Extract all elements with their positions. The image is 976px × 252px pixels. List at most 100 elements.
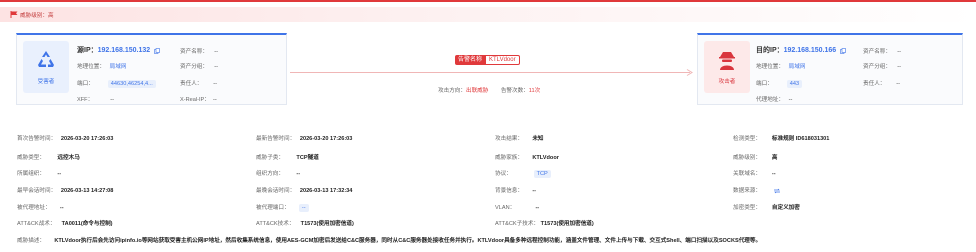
target-asset-group-row: 资产分组： --	[863, 62, 901, 70]
target-card: 攻击者 目的IP：192.168.150.166 地理位置： 局域网 端口： 4…	[697, 33, 963, 105]
target-asset-name-value: --	[897, 49, 901, 55]
proxied-port-tag[interactable]: --	[298, 204, 309, 212]
detail-key: VLAN：	[495, 205, 516, 211]
detail-value: T1573(使用加密信道)	[300, 221, 354, 227]
detail-key: 威胁家族：	[495, 155, 523, 161]
detail-key: 检测类型：	[733, 136, 761, 142]
related-domain: 关联域名： --	[733, 169, 776, 177]
detail-value: 2026-03-20 17:26:03	[299, 136, 353, 142]
attack-direction-label: 攻击方向：	[438, 88, 466, 94]
link-icon[interactable]	[773, 188, 781, 194]
detail-key: 最新告警时间：	[256, 136, 296, 142]
threat-level-banner: 威胁级别：高	[0, 7, 976, 22]
target-asset-group-value: --	[897, 64, 901, 70]
detail-key: 最晚会话时间：	[256, 188, 296, 194]
source-port-value[interactable]: 44630,46254,4...	[107, 80, 156, 88]
detail-value: --	[59, 205, 64, 211]
detail-value: 自定义加密	[771, 205, 800, 211]
latest-alarm-time: 最新告警时间： 2026-03-20 17:26:03	[256, 134, 352, 142]
protocol-tag[interactable]: TCP	[533, 170, 551, 178]
detail-value: 未知	[532, 136, 544, 142]
source-owner-row: 责任人： --	[180, 79, 217, 87]
threat-subtype: 威胁子类： TCP隧道	[256, 153, 319, 161]
source-card: 受害者 源IP：192.168.150.132 地理位置： 局域网 端口： 44…	[16, 33, 287, 105]
detail-value: 标准规则 ID618031301	[771, 136, 830, 142]
source-xrealip-label: X-Real-IP：	[180, 97, 210, 103]
target-owner-value: --	[896, 81, 901, 87]
source-geo-value[interactable]: 局域网	[110, 64, 127, 70]
attck-tactic: ATT&CK战术： TA0011(命令与控制)	[17, 219, 113, 227]
detail-value: --	[57, 171, 62, 177]
detail-key: 组织方向：	[256, 171, 284, 177]
detail-key: 被代理端口：	[256, 205, 290, 211]
flag-icon	[10, 11, 18, 18]
target-port-row: 端口： 443	[756, 79, 803, 88]
attacker-role-label: 攻击者	[718, 79, 736, 85]
detail-value: --	[771, 171, 776, 177]
detail-key: 数据来源：	[733, 188, 761, 194]
source-port-row: 端口： 44630,46254,4...	[77, 79, 156, 88]
source-asset-name-label: 资产名称：	[180, 49, 208, 55]
detail-value: TCP隧道	[296, 155, 319, 161]
detection-type: 检测类型： 标准规则 ID618031301	[733, 134, 829, 142]
target-proxy-value: --	[788, 97, 793, 103]
target-proxy-row: 代理地址： --	[756, 95, 792, 103]
encryption-type: 加密类型： 自定义加密	[733, 203, 800, 211]
detail-value: TA0011(命令与控制)	[61, 221, 113, 227]
detail-value: 2026-03-20 17:26:03	[60, 136, 114, 142]
target-geo-row: 地理位置： 局域网	[756, 62, 805, 70]
target-asset-name-row: 资产名称： --	[863, 47, 901, 55]
detail-key: 攻击结果：	[495, 136, 523, 142]
target-owner-label: 责任人：	[863, 81, 886, 87]
detail-key: 威胁子类：	[256, 155, 284, 161]
threat-family: 威胁家族： KTLVdoor	[495, 153, 559, 161]
target-ip-value[interactable]: 192.168.150.166	[784, 47, 837, 54]
source-asset-name-row: 资产名称： --	[180, 47, 218, 55]
detail-key: 威胁类型：	[17, 155, 45, 161]
proxied-address: 被代理地址： --	[17, 203, 64, 211]
detail-key: 首次告警时间：	[17, 136, 57, 142]
detail-value: KTLVdoor	[532, 155, 559, 161]
copy-icon[interactable]	[153, 47, 160, 54]
target-asset-group-label: 资产分组：	[863, 64, 891, 70]
detail-key: ATT&CK技术：	[256, 221, 295, 227]
source-ip-row: 源IP：192.168.150.132	[77, 45, 160, 55]
detail-key: ATT&CK战术：	[17, 221, 56, 227]
copy-icon[interactable]	[839, 47, 846, 54]
detail-value: 2026-03-13 17:32:34	[299, 188, 353, 194]
source-owner-label: 责任人：	[180, 81, 203, 87]
recycle-icon	[38, 51, 54, 67]
attack-arrow-line	[290, 72, 690, 73]
target-ip-row: 目的IP：192.168.150.166	[756, 45, 846, 55]
detail-key: 被代理地址：	[17, 205, 51, 211]
source-ip-value[interactable]: 192.168.150.132	[98, 47, 151, 54]
attack-result: 攻击结果： 未知	[495, 134, 544, 142]
source-asset-group-row: 资产分组： --	[180, 62, 218, 70]
source-asset-group-value: --	[214, 64, 218, 70]
vlan: VLAN： --	[495, 203, 539, 211]
target-asset-name-label: 资产名称：	[863, 49, 891, 55]
organization: 所属组织： --	[17, 169, 61, 177]
source-xff-row: XFF： --	[77, 95, 114, 103]
earliest-session-time: 最早会话时间： 2026-03-13 14:27:08	[17, 186, 113, 194]
latest-session-time: 最晚会话时间： 2026-03-13 17:32:34	[256, 186, 352, 194]
detail-key: 加密类型：	[733, 205, 761, 211]
detail-value: T1573(使用加密信道)	[540, 221, 594, 227]
source-xrealip-row: X-Real-IP： --	[180, 95, 217, 103]
victim-role: 受害者	[23, 41, 69, 93]
first-alarm-time: 首次告警时间： 2026-03-20 17:26:03	[17, 134, 113, 142]
source-geo-label: 地理位置：	[77, 64, 105, 70]
target-port-value[interactable]: 443	[786, 80, 803, 88]
detail-key: 关联域名：	[733, 171, 761, 177]
source-xff-value: --	[110, 97, 115, 103]
detail-key: 所属组织：	[17, 171, 45, 177]
detail-value: 2026-03-13 14:27:08	[60, 188, 114, 194]
target-geo-value[interactable]: 局域网	[789, 64, 806, 70]
alarm-name-label: 告警名称	[455, 55, 486, 65]
source-xrealip-value: --	[212, 97, 217, 103]
alarm-count-label: 告警次数：	[500, 88, 529, 94]
source-owner-value: --	[213, 81, 218, 87]
alarm-name-value[interactable]: KTLVdoor	[485, 55, 520, 65]
attack-direction-value: 出联威胁	[465, 88, 489, 94]
data-source: 数据来源：	[733, 186, 781, 194]
